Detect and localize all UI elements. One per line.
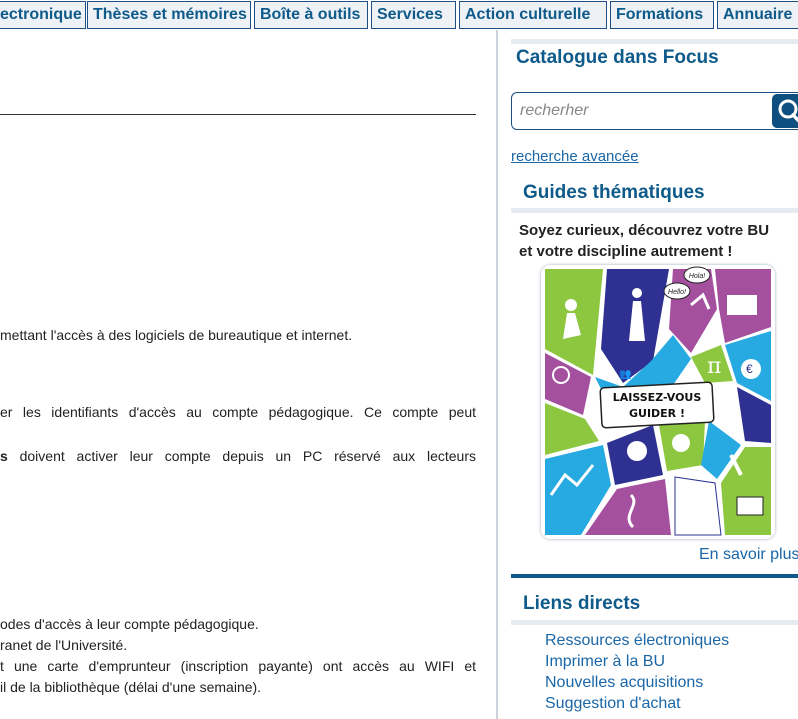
promo-text-line: et votre discipline autrement !: [519, 243, 733, 260]
poster-illustration: 👥 π € Hola! Hello! LAISSEZ-VOUS GUIDER !: [541, 265, 775, 539]
direct-link-imprimer[interactable]: Imprimer à la BU: [545, 653, 665, 671]
main-content: mettant l'accès à des logiciels de burea…: [0, 30, 496, 719]
poster-banner-text: LAISSEZ-VOUS: [613, 391, 702, 404]
main-navigation: ectronique Thèses et mémoires Boîte à ou…: [0, 0, 798, 30]
list-item: t une carte d'emprunteur (inscription pa…: [0, 658, 476, 674]
direct-link-ressources[interactable]: Ressources électroniques: [545, 632, 729, 650]
magnifier-icon: [778, 99, 798, 123]
heading-bar: [511, 208, 798, 213]
guides-title: Guides thématiques: [523, 182, 705, 203]
speech-bubble-text: Hola!: [689, 273, 705, 280]
svg-text:π: π: [707, 354, 721, 379]
poster-banner-text: GUIDER !: [629, 407, 685, 420]
nav-tab-boite-a-outils[interactable]: Boîte à outils: [254, 1, 368, 29]
heading-bar: [511, 620, 798, 625]
text-line: er les identifiants d'accès au compte pé…: [0, 404, 476, 420]
nav-tab-services[interactable]: Services: [371, 1, 456, 29]
nav-tab-formations[interactable]: Formations: [610, 1, 714, 29]
list-item: ranet de l'Université.: [0, 637, 128, 653]
promo-text-line: Soyez curieux, découvrez votre BU: [519, 222, 770, 239]
direct-link-nouvelles-acquisitions[interactable]: Nouvelles acquisitions: [545, 674, 703, 692]
bold-fragment: s: [0, 448, 8, 464]
svg-text:€: €: [746, 362, 753, 376]
catalogue-title: Catalogue dans Focus: [516, 47, 719, 68]
speech-bubble-text: Hello!: [668, 289, 686, 296]
heading-bar: [511, 39, 798, 44]
advanced-search-link[interactable]: recherche avancée: [511, 148, 639, 165]
catalogue-search-input[interactable]: [511, 92, 798, 130]
en-savoir-plus-link[interactable]: En savoir plus: [699, 546, 798, 564]
svg-text:👥: 👥: [619, 369, 631, 380]
list-item: odes d'accès à leur compte pédagogique.: [0, 616, 259, 632]
direct-link-suggestion[interactable]: Suggestion d'achat: [545, 695, 681, 713]
section-divider: [0, 114, 476, 115]
nav-tab-annuaire[interactable]: Annuaire: [717, 1, 798, 29]
text-fragment: doivent activer leur compte depuis un PC…: [7, 448, 476, 464]
text-line: mettant l'accès à des logiciels de burea…: [0, 327, 353, 343]
list-item: il de la bibliothèque (délai d'une semai…: [0, 679, 262, 695]
thematic-guides-poster[interactable]: 👥 π € Hola! Hello! LAISSEZ-VOUS GUIDER !: [541, 265, 775, 539]
nav-tab-action-culturelle[interactable]: Action culturelle: [459, 1, 607, 29]
section-rule: [511, 574, 798, 578]
sidebar: Catalogue dans Focus recherche avancée G…: [498, 30, 798, 719]
nav-tab-ressources-electroniques[interactable]: ectronique: [0, 1, 86, 29]
search-button[interactable]: [772, 94, 798, 128]
nav-tab-theses-memoires[interactable]: Thèses et mémoires: [87, 1, 251, 29]
text-line: s doivent activer leur compte depuis un …: [0, 448, 476, 464]
direct-links-title: Liens directs: [523, 593, 641, 614]
